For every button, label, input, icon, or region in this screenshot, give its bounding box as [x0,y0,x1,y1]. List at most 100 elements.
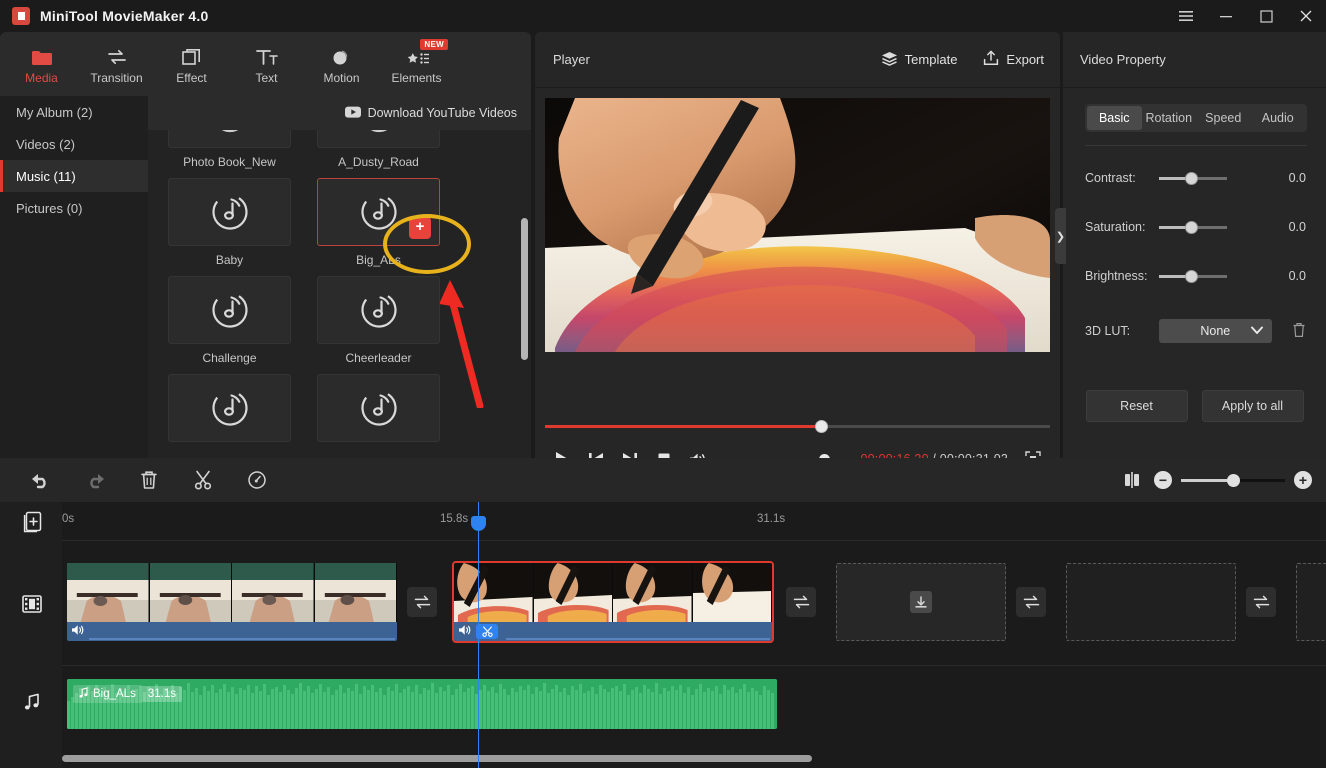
menu-button[interactable] [1166,0,1206,32]
zoom-slider[interactable] [1181,479,1285,482]
player-progress-bar[interactable] [545,422,1050,430]
timeline-scrollbar[interactable] [62,755,812,762]
transition-button[interactable] [407,587,437,617]
media-scrollbar[interactable] [521,218,528,360]
zoom-out-button[interactable]: − [1154,471,1172,489]
zoom-handle[interactable] [1227,474,1240,487]
sidebar-item-music[interactable]: Music (11) [0,160,148,192]
fit-timeline-button[interactable] [1110,458,1154,502]
maximize-button[interactable] [1246,0,1286,32]
ribbon-item-transition[interactable]: Transition [79,35,154,93]
redo-button[interactable] [68,458,122,502]
sidebar-item-my-album[interactable]: My Album (2) [0,96,148,128]
apply-to-all-button[interactable]: Apply to all [1202,390,1304,422]
sidebar-item-pictures[interactable]: Pictures (0) [0,192,148,224]
ribbon-item-elements[interactable]: NEW Elements [379,35,454,93]
ribbon-item-label: Text [255,71,277,85]
brightness-slider[interactable] [1159,275,1227,278]
reset-button[interactable]: Reset [1086,390,1188,422]
audio-track[interactable]: Big_ALs 31.1s [62,667,1326,757]
timeline-scrollbar-track[interactable] [62,755,1318,762]
music-note-icon [79,687,88,701]
thumb [315,563,398,622]
volume-icon[interactable] [458,624,472,639]
tab-basic[interactable]: Basic [1087,106,1142,130]
media-thumbnail[interactable] [168,178,291,246]
media-thumbnail[interactable] [317,276,440,344]
empty-clip-slot[interactable] [1296,563,1326,641]
zoom-in-button[interactable]: + [1294,471,1312,489]
split-button[interactable] [176,458,230,502]
progress-handle[interactable] [815,420,828,433]
slider-handle[interactable] [1185,270,1198,283]
transition-button[interactable] [786,587,816,617]
export-button[interactable]: Export [983,50,1044,69]
download-youtube-videos-button[interactable]: Download YouTube Videos [148,96,531,130]
list-item[interactable]: Big_ALs 31.1s [67,679,777,729]
undo-button[interactable] [14,458,68,502]
tab-rotation[interactable]: Rotation [1142,106,1197,130]
audio-clip-duration: 31.1s [142,686,182,702]
ribbon-item-motion[interactable]: Motion [304,35,379,93]
tab-audio[interactable]: Audio [1251,106,1306,130]
video-preview[interactable] [545,98,1050,352]
saturation-slider[interactable] [1159,226,1227,229]
media-item-photo-book-new[interactable]: Photo Book_New [168,130,291,178]
playhead[interactable] [478,502,479,768]
table-row[interactable] [454,563,772,641]
fit-timeline-icon [1123,472,1141,488]
table-row[interactable] [67,563,397,641]
contrast-slider[interactable] [1159,177,1227,180]
media-item-row4-left[interactable] [168,374,291,442]
delete-lut-button[interactable] [1292,322,1306,341]
media-item-cheerleader[interactable]: Cheerleader [317,276,440,374]
media-item-row4-right[interactable] [317,374,440,442]
media-item-a-dusty-road[interactable]: A_Dusty_Road [317,130,440,178]
media-thumbnail[interactable] [168,374,291,442]
media-item-baby[interactable]: Baby [168,178,291,276]
template-button[interactable]: Template [881,51,958,69]
download-youtube-label: Download YouTube Videos [368,106,517,120]
add-media-button[interactable] [20,510,44,534]
saturation-value: 0.0 [1289,220,1306,234]
split-clip-badge[interactable] [476,624,498,639]
transition-icon [106,44,128,66]
tab-speed[interactable]: Speed [1196,106,1251,130]
media-thumbnail[interactable] [317,374,440,442]
empty-clip-slot[interactable] [1066,563,1236,641]
transition-button[interactable] [1016,587,1046,617]
ribbon-toolbar: Media Transition Effect Text [0,32,531,96]
ribbon-item-text[interactable]: Text [229,35,304,93]
media-thumbnail[interactable] [168,276,291,344]
chevron-down-icon [1251,324,1263,338]
clip-thumbnails [67,563,397,622]
maximize-icon [1260,10,1273,23]
timeline-ruler[interactable]: 0s 15.8s 31.1s [62,502,1326,540]
slider-handle[interactable] [1185,221,1198,234]
media-item-challenge[interactable]: Challenge [168,276,291,374]
media-item-label: A_Dusty_Road [317,148,440,178]
slider-handle[interactable] [1185,172,1198,185]
lut-value: None [1200,324,1230,338]
ribbon-item-media[interactable]: Media [4,35,79,93]
media-thumbnail[interactable] [168,130,291,148]
effect-icon [182,44,202,66]
media-thumbnail[interactable] [317,130,440,148]
close-button[interactable] [1286,0,1326,32]
sidebar-item-videos[interactable]: Videos (2) [0,128,148,160]
minimize-button[interactable] [1206,0,1246,32]
tab-label: Speed [1205,111,1241,125]
media-row: Photo Book_New A_Dusty_Road [168,130,511,178]
speed-button[interactable] [230,458,284,502]
transition-button[interactable] [1246,587,1276,617]
redo-icon [84,471,106,489]
delete-button[interactable] [122,458,176,502]
playhead-handle[interactable] [471,516,486,531]
contrast-row: Contrast: 0.0 [1085,161,1306,195]
lut-dropdown[interactable]: None [1159,319,1272,343]
ribbon-item-effect[interactable]: Effect [154,35,229,93]
volume-icon[interactable] [71,624,85,639]
empty-clip-slot[interactable] [836,563,1006,641]
trash-icon [140,470,158,490]
video-track[interactable] [62,540,1326,666]
